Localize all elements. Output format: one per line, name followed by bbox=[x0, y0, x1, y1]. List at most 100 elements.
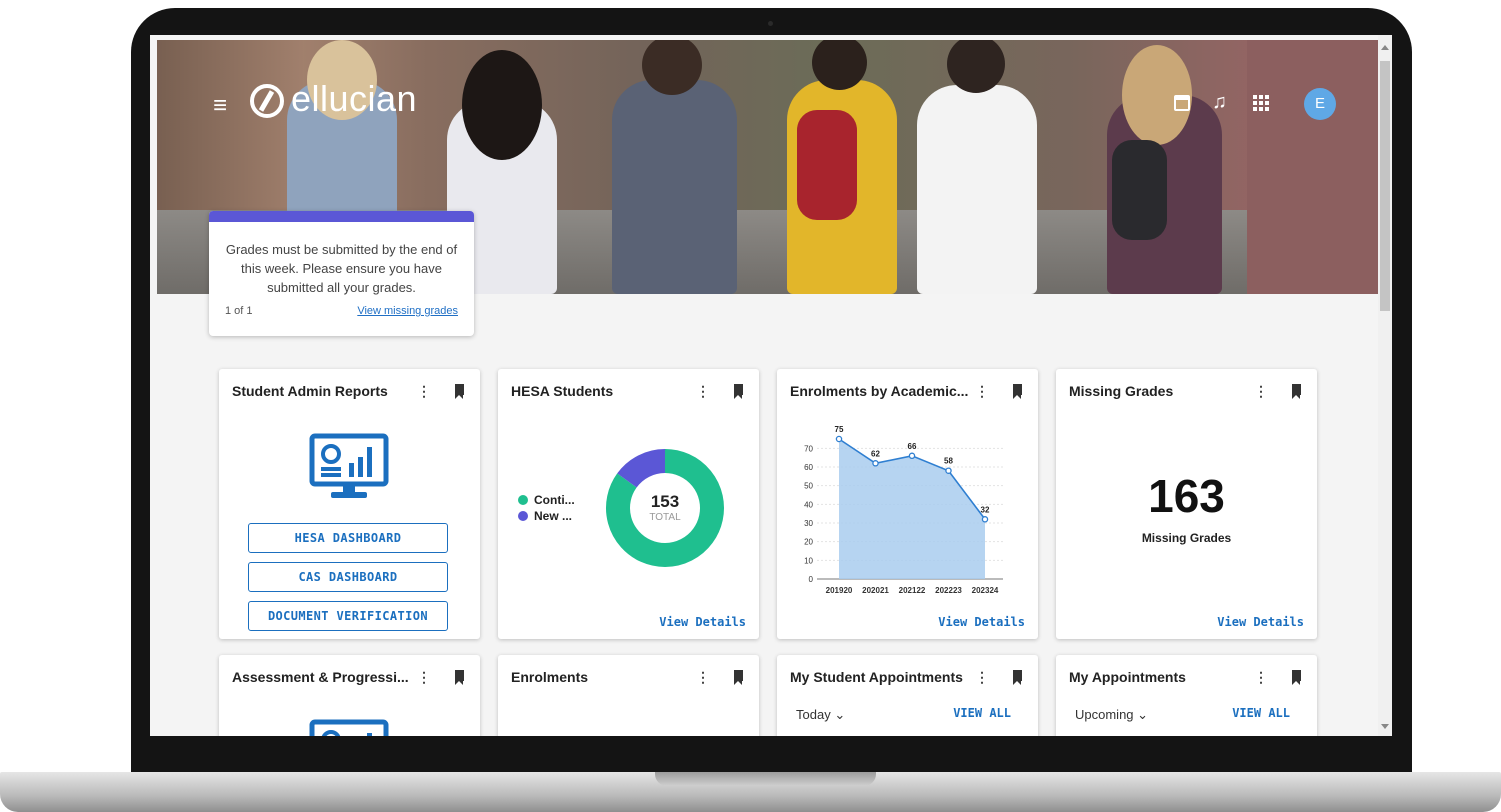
y-tick-label: 70 bbox=[804, 444, 813, 453]
donut-total-label: TOTAL bbox=[649, 512, 681, 523]
more-options-icon[interactable]: ⋮ bbox=[696, 669, 710, 686]
legend-label: New ... bbox=[534, 509, 573, 523]
x-tick-label: 201920 bbox=[826, 586, 853, 595]
student-admin-reports-card: Student Admin Reports ⋮ HESA DASHBOARD C… bbox=[219, 369, 480, 639]
more-options-icon[interactable]: ⋮ bbox=[417, 669, 431, 686]
more-options-icon[interactable]: ⋮ bbox=[1254, 383, 1268, 400]
monitor-report-icon bbox=[309, 719, 389, 736]
notification-card: Grades must be submitted by the end of t… bbox=[209, 211, 474, 336]
more-options-icon[interactable]: ⋮ bbox=[975, 383, 989, 400]
card-title: Assessment & Progressi... bbox=[232, 669, 409, 685]
data-label: 32 bbox=[981, 505, 990, 514]
hero-backpack bbox=[797, 110, 857, 220]
bookmark-icon[interactable] bbox=[455, 384, 464, 399]
data-point bbox=[908, 452, 916, 460]
x-tick-label: 202021 bbox=[862, 586, 889, 595]
card-title: Enrolments by Academic... bbox=[790, 383, 969, 399]
scroll-thumb[interactable] bbox=[1380, 61, 1390, 311]
hero-person-head bbox=[462, 50, 542, 160]
card-title: Student Admin Reports bbox=[232, 383, 388, 399]
data-point bbox=[945, 467, 952, 474]
logo-text: ellucian bbox=[291, 78, 418, 119]
bookmark-icon[interactable] bbox=[734, 670, 743, 685]
more-options-icon[interactable]: ⋮ bbox=[1254, 669, 1268, 686]
area-fill bbox=[839, 439, 985, 579]
my-appointments-card: My Appointments ⋮ Upcoming ⌄ VIEW ALL bbox=[1056, 655, 1317, 736]
data-label: 58 bbox=[944, 457, 953, 466]
more-options-icon[interactable]: ⋮ bbox=[975, 669, 989, 686]
legend-item-continuing: Conti... bbox=[518, 493, 575, 507]
view-all-link[interactable]: VIEW ALL bbox=[1232, 706, 1290, 720]
calendar-icon[interactable] bbox=[1174, 95, 1190, 111]
y-tick-label: 50 bbox=[804, 482, 813, 491]
view-missing-grades-link[interactable]: View missing grades bbox=[357, 305, 458, 317]
document-verification-button[interactable]: DOCUMENT VERIFICATION bbox=[248, 601, 448, 631]
page-scrollbar[interactable] bbox=[1378, 35, 1392, 736]
more-options-icon[interactable]: ⋮ bbox=[696, 383, 710, 400]
y-tick-label: 60 bbox=[804, 463, 813, 472]
data-point bbox=[872, 460, 879, 467]
camera bbox=[768, 21, 773, 26]
hero-pillar bbox=[1247, 40, 1378, 294]
more-options-icon[interactable]: ⋮ bbox=[417, 383, 431, 400]
scroll-down-icon[interactable] bbox=[1381, 724, 1389, 729]
enrolments-area-chart: 0 10 20 30 40 50 60 70 75 201920 62 202021 66 202122 5… bbox=[804, 425, 1003, 595]
x-tick-label: 202122 bbox=[899, 586, 926, 595]
data-label: 66 bbox=[908, 442, 917, 451]
chevron-down-icon: ⌄ bbox=[834, 707, 846, 722]
card-title: My Student Appointments bbox=[790, 669, 963, 685]
missing-grades-card: Missing Grades ⋮ 163 Missing Grades View… bbox=[1056, 369, 1317, 639]
legend-swatch bbox=[518, 511, 528, 521]
filter-value: Upcoming bbox=[1075, 707, 1134, 722]
donut-total-value: 153 bbox=[650, 492, 680, 511]
hamburger-icon[interactable]: ≡ bbox=[213, 92, 227, 120]
legend-swatch bbox=[518, 495, 528, 505]
notification-message: Grades must be submitted by the end of t… bbox=[225, 242, 458, 295]
bookmark-icon[interactable] bbox=[1013, 384, 1022, 399]
data-point bbox=[835, 435, 843, 443]
x-tick-label: 202324 bbox=[972, 586, 999, 595]
view-details-link[interactable]: View Details bbox=[938, 615, 1025, 629]
chevron-down-icon: ⌄ bbox=[1137, 707, 1149, 722]
legend-item-new: New ... bbox=[518, 509, 572, 523]
bell-icon[interactable]: ♫ bbox=[1212, 91, 1227, 114]
notification-accent-bar bbox=[209, 211, 474, 222]
bookmark-icon[interactable] bbox=[1013, 670, 1022, 685]
data-label: 75 bbox=[835, 425, 844, 434]
donut-slice-1 bbox=[617, 449, 666, 489]
view-all-link[interactable]: VIEW ALL bbox=[953, 706, 1011, 720]
bookmark-icon[interactable] bbox=[734, 384, 743, 399]
appointments-filter-dropdown[interactable]: Today ⌄ bbox=[796, 707, 845, 723]
card-title: My Appointments bbox=[1069, 669, 1186, 685]
hesa-students-card: HESA Students ⋮ Conti... New ... 153 TOT… bbox=[498, 369, 759, 639]
y-tick-label: 10 bbox=[804, 556, 813, 565]
laptop-notch bbox=[655, 772, 876, 786]
enrolments-card: Enrolments ⋮ bbox=[498, 655, 759, 736]
hesa-dashboard-button[interactable]: HESA DASHBOARD bbox=[248, 523, 448, 553]
data-label: 62 bbox=[871, 449, 880, 458]
bookmark-icon[interactable] bbox=[455, 670, 464, 685]
card-title: Enrolments bbox=[511, 669, 589, 685]
user-avatar[interactable]: E bbox=[1304, 88, 1336, 120]
cas-dashboard-button[interactable]: CAS DASHBOARD bbox=[248, 562, 448, 592]
apps-grid-icon[interactable] bbox=[1253, 95, 1269, 111]
bookmark-icon[interactable] bbox=[1292, 670, 1301, 685]
appointments-filter-dropdown[interactable]: Upcoming ⌄ bbox=[1075, 707, 1148, 723]
legend-label: Conti... bbox=[534, 493, 575, 507]
bookmark-icon[interactable] bbox=[1292, 384, 1301, 399]
monitor-report-icon bbox=[309, 433, 389, 498]
app-screen: ≡ ellucian ♫ E Grades must be submitted … bbox=[150, 35, 1392, 736]
data-point bbox=[981, 516, 989, 523]
view-details-link[interactable]: View Details bbox=[1217, 615, 1304, 629]
missing-grades-count: 163 bbox=[1148, 470, 1225, 522]
hero-backpack bbox=[1112, 140, 1167, 240]
notification-pager: 1 of 1 bbox=[225, 305, 253, 317]
scroll-up-icon[interactable] bbox=[1381, 45, 1389, 50]
y-tick-label: 0 bbox=[809, 575, 814, 584]
card-title: HESA Students bbox=[511, 383, 614, 399]
enrolments-by-academic-year-card: Enrolments by Academic... ⋮ 0 10 20 30 40 50 6… bbox=[777, 369, 1038, 639]
view-details-link[interactable]: View Details bbox=[659, 615, 746, 629]
y-tick-label: 20 bbox=[804, 538, 813, 547]
card-title: Missing Grades bbox=[1069, 383, 1174, 399]
missing-grades-label: Missing Grades bbox=[1141, 531, 1232, 545]
